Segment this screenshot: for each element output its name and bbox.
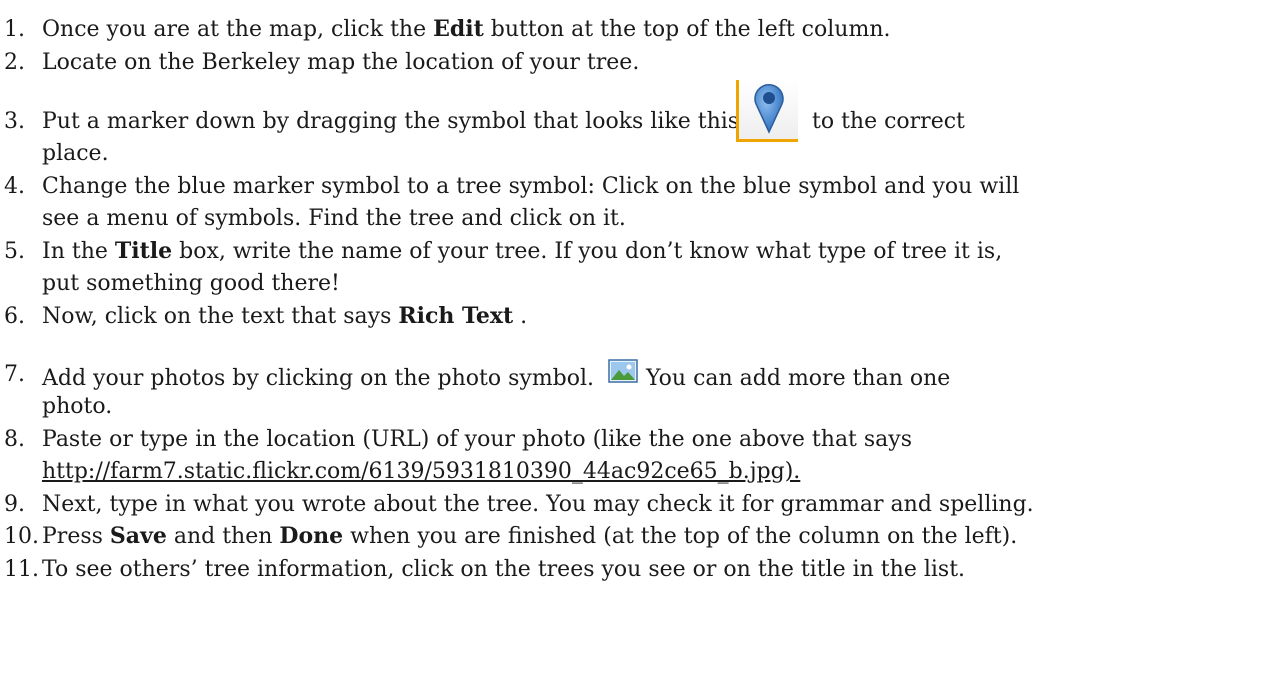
step-text: Now, click on the text that says Rich Te… bbox=[42, 303, 528, 329]
step-text: see a menu of symbols. Find the tree and… bbox=[42, 206, 626, 231]
step-text: to the correct bbox=[812, 109, 965, 134]
step-text: In the Title box, write the name of your… bbox=[42, 238, 1003, 264]
step-text: place. bbox=[42, 141, 109, 166]
rich-text-keyword: Rich Text bbox=[398, 303, 514, 329]
photo-url-link[interactable]: http://farm7.static.flickr.com/6139/5931… bbox=[42, 456, 800, 487]
step-text: Change the blue marker symbol to a tree … bbox=[42, 174, 1020, 199]
step-text: Paste or type in the location (URL) of y… bbox=[42, 427, 913, 452]
step-text: Once you are at the map, click the Edit … bbox=[42, 16, 891, 42]
step-text: put something good there! bbox=[42, 271, 340, 296]
step-text: Locate on the Berkeley map the location … bbox=[42, 50, 640, 75]
photo-icon bbox=[608, 359, 638, 383]
edit-keyword: Edit bbox=[433, 16, 484, 42]
step-text: Add your photos by clicking on the photo… bbox=[42, 359, 950, 394]
step-text: To see others’ tree information, click o… bbox=[42, 557, 966, 582]
title-keyword: Title bbox=[114, 238, 173, 264]
save-keyword: Save bbox=[109, 523, 167, 549]
step-text: Put a marker down by dragging the symbol… bbox=[42, 109, 747, 134]
marker-symbol bbox=[732, 80, 804, 142]
step-3-tail: to the correct bbox=[812, 106, 1252, 137]
instructions-document: 1. Once you are at the map, click the Ed… bbox=[0, 0, 1266, 675]
step-text: Next, type in what you wrote about the t… bbox=[42, 492, 1034, 517]
step-text: photo. bbox=[42, 394, 113, 419]
map-marker-icon bbox=[736, 80, 798, 142]
step-text: Press Save and then Done when you are fi… bbox=[42, 523, 1018, 549]
done-keyword: Done bbox=[279, 523, 344, 549]
